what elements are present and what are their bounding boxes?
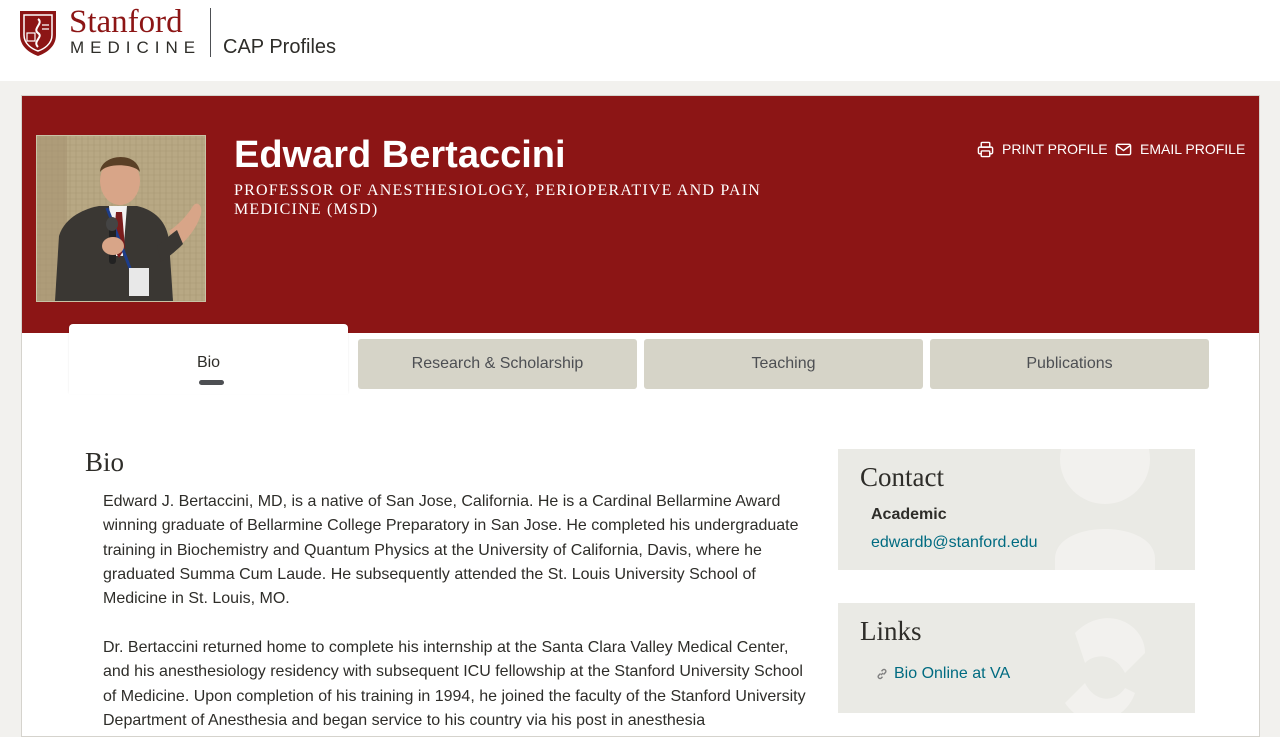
email-link[interactable]: edwardb@stanford.edu (871, 534, 1038, 552)
email-profile-label: EMAIL PROFILE (1140, 141, 1246, 157)
links-heading: Links (860, 616, 922, 646)
profile-hero: Edward Bertaccini PROFESSOR OF ANESTHESI… (22, 96, 1259, 333)
envelope-icon (1115, 143, 1132, 155)
bio-paragraph: Dr. Bertaccini returned home to complete… (103, 639, 806, 729)
header-divider (210, 8, 211, 57)
stanford-shield-icon (20, 11, 56, 56)
tab-research-label: Research & Scholarship (411, 355, 584, 372)
tab-bio-label: Bio (196, 354, 221, 371)
brand-subtitle: MEDICINE (70, 38, 202, 57)
tab-publications[interactable]: Publications (930, 339, 1209, 389)
brand-wordmark: Stanford (69, 4, 183, 40)
link-icon (877, 668, 887, 680)
decorative-background-art (1055, 449, 1155, 570)
tab-publications-label: Publications (1026, 355, 1113, 372)
tab-teaching-label: Teaching (751, 355, 816, 372)
email-profile-button[interactable]: EMAIL PROFILE (1115, 138, 1245, 160)
profile-title: PROFESSOR OF ANESTHESIOLOGY, PERIOPERATI… (234, 182, 762, 218)
profile-photo (36, 135, 206, 302)
links-item[interactable]: Bio Online at VA (876, 665, 1010, 683)
decorative-background-art (1065, 618, 1145, 713)
tab-research-scholarship[interactable]: Research & Scholarship (358, 339, 637, 389)
print-profile-label: PRINT PROFILE (1002, 141, 1108, 157)
bio-online-va-link[interactable]: Bio Online at VA (894, 665, 1010, 683)
links-box: Links Bio Online at VA (838, 603, 1195, 713)
tab-teaching[interactable]: Teaching (644, 339, 923, 389)
contact-label: Academic (871, 506, 947, 523)
profile-name: Edward Bertaccini (234, 134, 566, 176)
bio-paragraph: Edward J. Bertaccini, MD, is a native of… (103, 493, 799, 608)
contact-box: Contact Academic edwardb@stanford.edu (838, 449, 1195, 570)
active-tab-indicator (199, 380, 224, 385)
app-name[interactable]: CAP Profiles (223, 34, 336, 60)
print-profile-button[interactable]: PRINT PROFILE (977, 138, 1108, 160)
bio-heading: Bio (85, 447, 125, 477)
site-header: Stanford MEDICINE CAP Profiles (0, 0, 1280, 81)
printer-icon (977, 141, 994, 157)
contact-heading: Contact (860, 462, 944, 492)
profile-card: Edward Bertaccini PROFESSOR OF ANESTHESI… (21, 95, 1260, 737)
